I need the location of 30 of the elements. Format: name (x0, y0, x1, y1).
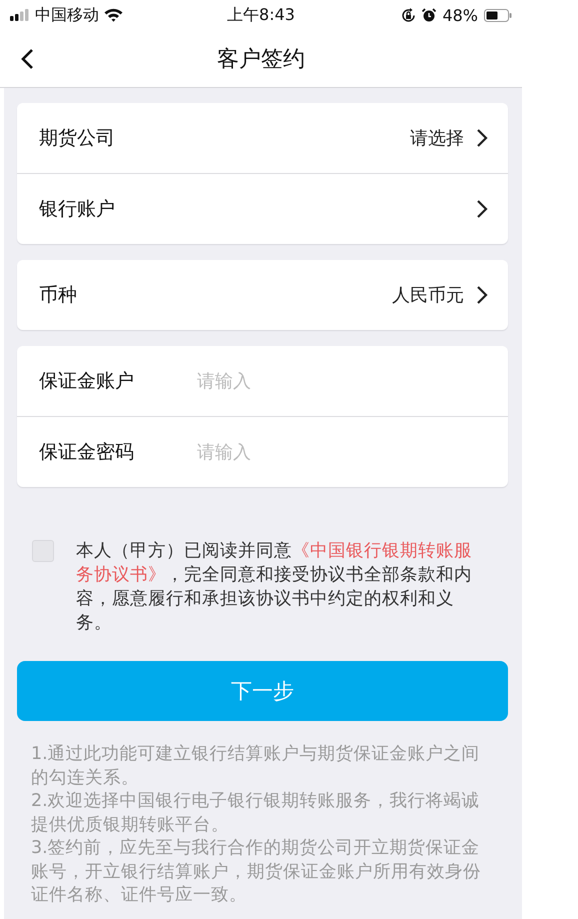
status-time: 上午8:43 (227, 4, 295, 26)
back-button[interactable] (20, 48, 34, 70)
field-label: 保证金密码 (39, 440, 135, 465)
alarm-icon (422, 8, 436, 22)
page-title: 客户签约 (217, 46, 305, 72)
field-label: 银行账户 (39, 197, 115, 222)
note-text: 2.欢迎选择中国银行电子银行银期转账服务，我行将竭诚提供优质银期转账平台。 (31, 790, 481, 836)
signal-icon (10, 9, 30, 21)
note-text: 1.通过此功能可建立银行结算账户与期货保证金账户之间的勾连关系。 (31, 743, 481, 790)
field-label: 币种 (39, 283, 77, 308)
agreement-link[interactable]: 务协议书》 (76, 565, 166, 585)
next-button[interactable]: 下一步 (17, 661, 508, 721)
input-field[interactable]: 请输入 (197, 442, 488, 462)
field-label: 保证金账户 (39, 369, 135, 394)
battery-icon (484, 8, 512, 22)
checkbox[interactable] (32, 540, 54, 562)
select-value[interactable]: 人民币元 (392, 283, 464, 307)
chevron-right-icon[interactable] (476, 199, 488, 219)
carrier-name: 中国移动 (35, 4, 99, 26)
chevron-right-icon[interactable] (476, 285, 488, 305)
agreement-link[interactable]: 《中国银行银期转账服 (292, 541, 472, 561)
battery-percent: 48% (442, 6, 478, 24)
chevron-right-icon[interactable] (476, 128, 488, 148)
select-value[interactable]: 请选择 (410, 126, 464, 150)
input-field[interactable]: 请输入 (197, 370, 488, 392)
rotation-lock-icon (401, 8, 416, 22)
wifi-icon (104, 8, 123, 22)
note-text: 3.签约前，应先至与我行合作的期货公司开立期货保证金账号，开立银行结算账户，期货保证金账户所用有效身份证件名称、证件号应一致。 (31, 837, 482, 907)
field-label: 期货公司 (39, 126, 115, 151)
agreement-text: 本人（甲方）已阅读并同意《中国银行银期转账服 务协议书》，完全同意和接受协议书全部条款和内容，愿意履行和承担该协议书中约定的权利和义务。 (76, 540, 473, 635)
